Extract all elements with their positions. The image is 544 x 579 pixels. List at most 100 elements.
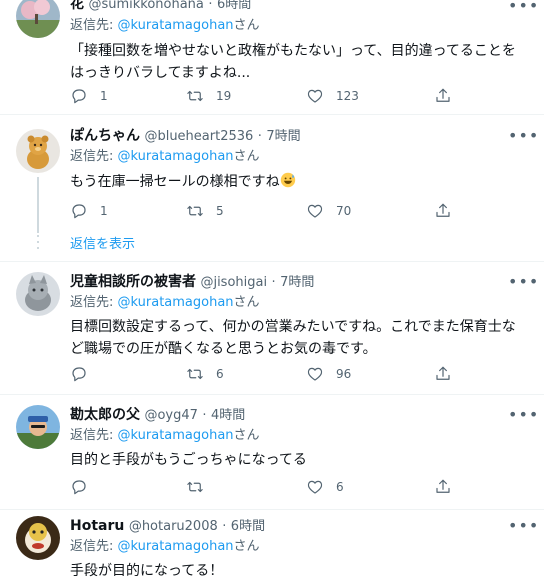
mention-link[interactable]: @kuratamagohan xyxy=(118,428,234,443)
like-button[interactable]: 96 xyxy=(306,362,351,386)
avatar[interactable] xyxy=(16,272,60,316)
mention-link[interactable]: @kuratamagohan xyxy=(118,539,234,554)
reply-count: 1 xyxy=(100,89,108,103)
more-options-icon[interactable]: ••• xyxy=(508,407,538,429)
avatar[interactable] xyxy=(16,129,60,173)
action-bar: 6 96 xyxy=(70,362,460,386)
like-count: 96 xyxy=(336,367,352,381)
replying-prefix: 返信先: xyxy=(70,18,118,33)
replying-prefix: 返信先: xyxy=(70,539,118,554)
retweet-icon xyxy=(187,481,203,493)
separator-dot: · xyxy=(257,129,262,144)
avatar-image xyxy=(16,129,60,173)
heart-icon xyxy=(307,480,323,494)
display-name[interactable]: 花 xyxy=(70,0,84,12)
mention-link[interactable]: @kuratamagohan xyxy=(118,18,234,33)
action-bar: 1 19 123 xyxy=(70,84,460,108)
user-handle[interactable]: @oyg47 xyxy=(144,408,197,423)
retweet-icon xyxy=(187,368,203,380)
tweet-hotaru2008[interactable]: Hotaru @hotaru2008 · 6時間 ••• 返信先: @kurat… xyxy=(0,510,544,579)
share-icon xyxy=(436,479,450,493)
tweet-blueheart2536[interactable]: ぽんちゃん @blueheart2536 · 7時間 ••• 返信先: @kur… xyxy=(0,115,544,261)
like-button[interactable]: 123 xyxy=(306,84,359,108)
user-handle[interactable]: @blueheart2536 xyxy=(144,129,253,144)
separator-dot: · xyxy=(271,275,276,290)
avatar[interactable] xyxy=(16,0,60,38)
user-handle[interactable]: @sumikkonohana xyxy=(88,0,203,12)
retweet-button[interactable]: 5 xyxy=(186,199,224,223)
display-name[interactable]: 勘太郎の父 xyxy=(70,407,140,423)
tweet-header: 花 @sumikkonohana · 6時間 xyxy=(70,0,251,14)
replying-prefix: 返信先: xyxy=(70,428,118,443)
share-button[interactable] xyxy=(434,84,452,108)
timestamp[interactable]: 6時間 xyxy=(217,0,251,12)
display-name[interactable]: ぽんちゃん xyxy=(70,128,140,144)
reply-button[interactable] xyxy=(70,475,100,499)
reply-button[interactable]: 1 xyxy=(70,199,108,223)
reply-count: 1 xyxy=(100,204,108,218)
like-button[interactable]: 70 xyxy=(306,199,351,223)
reply-button[interactable] xyxy=(70,362,100,386)
share-button[interactable] xyxy=(434,199,452,223)
replying-to: 返信先: @kuratamagohanさん xyxy=(70,147,260,167)
share-icon xyxy=(436,203,450,217)
avatar-image xyxy=(16,272,60,316)
thread-dots xyxy=(37,235,39,253)
like-count: 123 xyxy=(336,89,359,103)
share-icon xyxy=(436,366,450,380)
heart-icon xyxy=(307,204,323,218)
retweet-icon xyxy=(187,90,203,102)
tweet-header: Hotaru @hotaru2008 · 6時間 xyxy=(70,516,265,536)
replying-suffix: さん xyxy=(233,18,260,33)
reply-button[interactable]: 1 xyxy=(70,84,108,108)
separator-dot: · xyxy=(208,0,213,12)
replying-to: 返信先: @kuratamagohanさん xyxy=(70,537,260,557)
show-replies-link[interactable]: 返信を表示 xyxy=(70,235,135,255)
display-name[interactable]: 児童相談所の被害者 xyxy=(70,274,196,290)
retweet-button[interactable] xyxy=(186,475,216,499)
timestamp[interactable]: 4時間 xyxy=(211,408,245,423)
retweet-icon xyxy=(187,205,203,217)
tweet-text-container: もう在庫一掃セールの様相ですね xyxy=(70,171,528,193)
separator-dot: · xyxy=(202,408,207,423)
replying-suffix: さん xyxy=(233,428,260,443)
user-handle[interactable]: @jisohigai xyxy=(200,275,267,290)
timestamp[interactable]: 7時間 xyxy=(280,275,314,290)
thread-line xyxy=(37,177,39,233)
display-name[interactable]: Hotaru xyxy=(70,518,124,534)
more-options-icon[interactable]: ••• xyxy=(508,0,538,20)
retweet-button[interactable]: 19 xyxy=(186,84,231,108)
retweet-button[interactable]: 6 xyxy=(186,362,224,386)
avatar[interactable] xyxy=(16,405,60,449)
timestamp[interactable]: 6時間 xyxy=(231,519,265,534)
user-handle[interactable]: @hotaru2008 xyxy=(129,519,218,534)
replying-prefix: 返信先: xyxy=(70,295,118,310)
avatar-image xyxy=(16,0,60,38)
replying-to: 返信先: @kuratamagohanさん xyxy=(70,426,260,446)
action-bar: 1 5 70 xyxy=(70,199,460,223)
mention-link[interactable]: @kuratamagohan xyxy=(118,149,234,164)
retweet-count: 6 xyxy=(216,367,224,381)
tweet-jisohigai[interactable]: 児童相談所の被害者 @jisohigai · 7時間 ••• 返信先: @kur… xyxy=(0,262,544,394)
more-options-icon[interactable]: ••• xyxy=(508,274,538,296)
tweet-header: 勘太郎の父 @oyg47 · 4時間 xyxy=(70,405,245,425)
replying-prefix: 返信先: xyxy=(70,149,118,164)
share-button[interactable] xyxy=(434,362,452,386)
heart-icon xyxy=(307,367,323,381)
tweet-oyg47[interactable]: 勘太郎の父 @oyg47 · 4時間 ••• 返信先: @kuratamagoh… xyxy=(0,395,544,509)
tweet-sumikkonohana[interactable]: 花 @sumikkonohana · 6時間 ••• 返信先: @kuratam… xyxy=(0,0,544,114)
tweet-text: 目標回数設定するって、何かの営業みたいですね。これでまた保育士など職場での圧が酷… xyxy=(70,319,516,357)
separator-dot: · xyxy=(222,519,227,534)
more-options-icon[interactable]: ••• xyxy=(508,128,538,150)
timestamp[interactable]: 7時間 xyxy=(266,129,300,144)
reply-timeline: 花 @sumikkonohana · 6時間 ••• 返信先: @kuratam… xyxy=(0,0,544,579)
tweet-header: ぽんちゃん @blueheart2536 · 7時間 xyxy=(70,126,301,146)
action-bar: 6 xyxy=(70,475,460,499)
mention-link[interactable]: @kuratamagohan xyxy=(118,295,234,310)
share-button[interactable] xyxy=(434,475,452,499)
more-options-icon[interactable]: ••• xyxy=(508,518,538,540)
like-count: 70 xyxy=(336,204,352,218)
avatar[interactable] xyxy=(16,516,60,560)
like-button[interactable]: 6 xyxy=(306,475,344,499)
replying-suffix: さん xyxy=(233,295,260,310)
